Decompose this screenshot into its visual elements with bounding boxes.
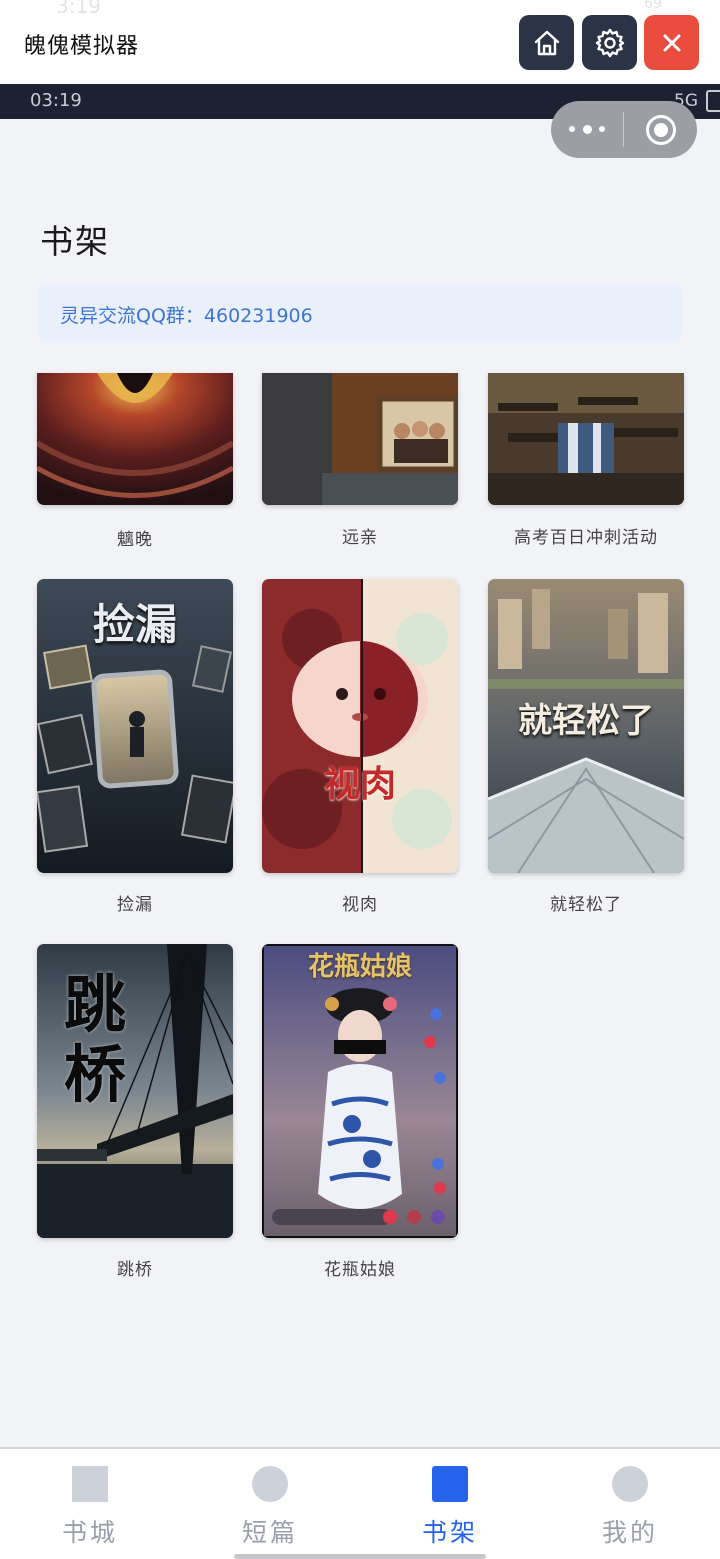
book-cover[interactable]: 捡漏	[37, 579, 233, 873]
book-cover[interactable]	[37, 373, 233, 505]
gear-icon	[595, 28, 624, 57]
home-indicator	[234, 1554, 486, 1559]
book-item[interactable]: 花瓶姑娘 花瓶姑娘	[262, 944, 458, 1280]
book-title: 花瓶姑娘	[324, 1260, 396, 1280]
ghost-status-time: 3:19	[56, 0, 101, 18]
app-header: 3:19 69 魄傀模拟器	[0, 0, 720, 84]
book-item[interactable]: 高考百日冲刺活动	[488, 373, 684, 548]
bottom-tab-bar: 书城 短篇 书架 我的	[0, 1447, 720, 1559]
notice-text: 灵异交流QQ群：460231906	[60, 305, 313, 327]
book-item[interactable]: 跳 桥 跳桥	[37, 944, 233, 1280]
target-icon[interactable]	[646, 115, 676, 145]
book-cover[interactable]: 就轻松了	[488, 579, 684, 873]
miniprogram-capsule	[551, 101, 697, 158]
cover-title-text: 视肉	[323, 764, 396, 805]
profile-icon	[612, 1466, 648, 1502]
ghost-battery-level: 69	[644, 0, 662, 12]
tab-label: 书架	[421, 1518, 478, 1547]
app-title: 魄傀模拟器	[24, 34, 140, 59]
book-item[interactable]: 魑晚	[37, 373, 233, 550]
cover-title-text: 桥	[63, 1038, 126, 1111]
book-cover[interactable]	[262, 373, 458, 505]
bookstore-icon	[72, 1466, 108, 1502]
capsule-divider	[623, 112, 624, 147]
tab-short-stories[interactable]: 短篇	[180, 1449, 360, 1559]
home-icon	[534, 30, 559, 55]
status-time: 03:19	[30, 90, 82, 111]
book-title: 视肉	[342, 895, 378, 915]
bookshelf-icon	[432, 1466, 468, 1502]
tab-bookstore[interactable]: 书城	[0, 1449, 180, 1559]
home-button[interactable]	[519, 15, 574, 70]
tab-label: 短篇	[241, 1518, 298, 1547]
book-title: 高考百日冲刺活动	[514, 528, 658, 548]
tab-profile[interactable]: 我的	[540, 1449, 720, 1559]
book-cover[interactable]	[488, 373, 684, 505]
book-item[interactable]: 就轻松了 就轻松了	[488, 579, 684, 915]
book-item[interactable]: 远亲	[262, 373, 458, 548]
book-title: 就轻松了	[550, 895, 622, 915]
battery-icon	[706, 90, 720, 112]
short-stories-icon	[252, 1466, 288, 1502]
cover-title-text: 捡漏	[92, 600, 177, 649]
page-title: 书架	[40, 222, 110, 261]
tab-label: 我的	[601, 1518, 658, 1547]
more-dots-icon[interactable]	[569, 119, 605, 139]
book-cover[interactable]: 花瓶姑娘	[262, 944, 458, 1238]
cover-title-text: 花瓶姑娘	[307, 952, 412, 982]
book-title: 捡漏	[117, 895, 153, 915]
tab-label: 书城	[61, 1518, 118, 1547]
book-cover[interactable]: 视肉	[262, 579, 458, 873]
settings-button[interactable]	[582, 15, 637, 70]
book-title: 跳桥	[117, 1260, 153, 1280]
book-title: 远亲	[342, 528, 378, 548]
book-title: 魑晚	[117, 530, 153, 550]
tab-bookshelf[interactable]: 书架	[360, 1449, 540, 1559]
cover-title-text: 就轻松了	[518, 701, 654, 741]
book-cover[interactable]: 跳 桥	[37, 944, 233, 1238]
book-item[interactable]: 视肉 视肉	[262, 579, 458, 915]
book-item[interactable]: 捡漏 捡漏	[37, 579, 233, 915]
qq-group-notice[interactable]: 灵异交流QQ群：460231906	[38, 284, 683, 343]
close-icon	[663, 34, 680, 51]
close-button[interactable]	[644, 15, 699, 70]
